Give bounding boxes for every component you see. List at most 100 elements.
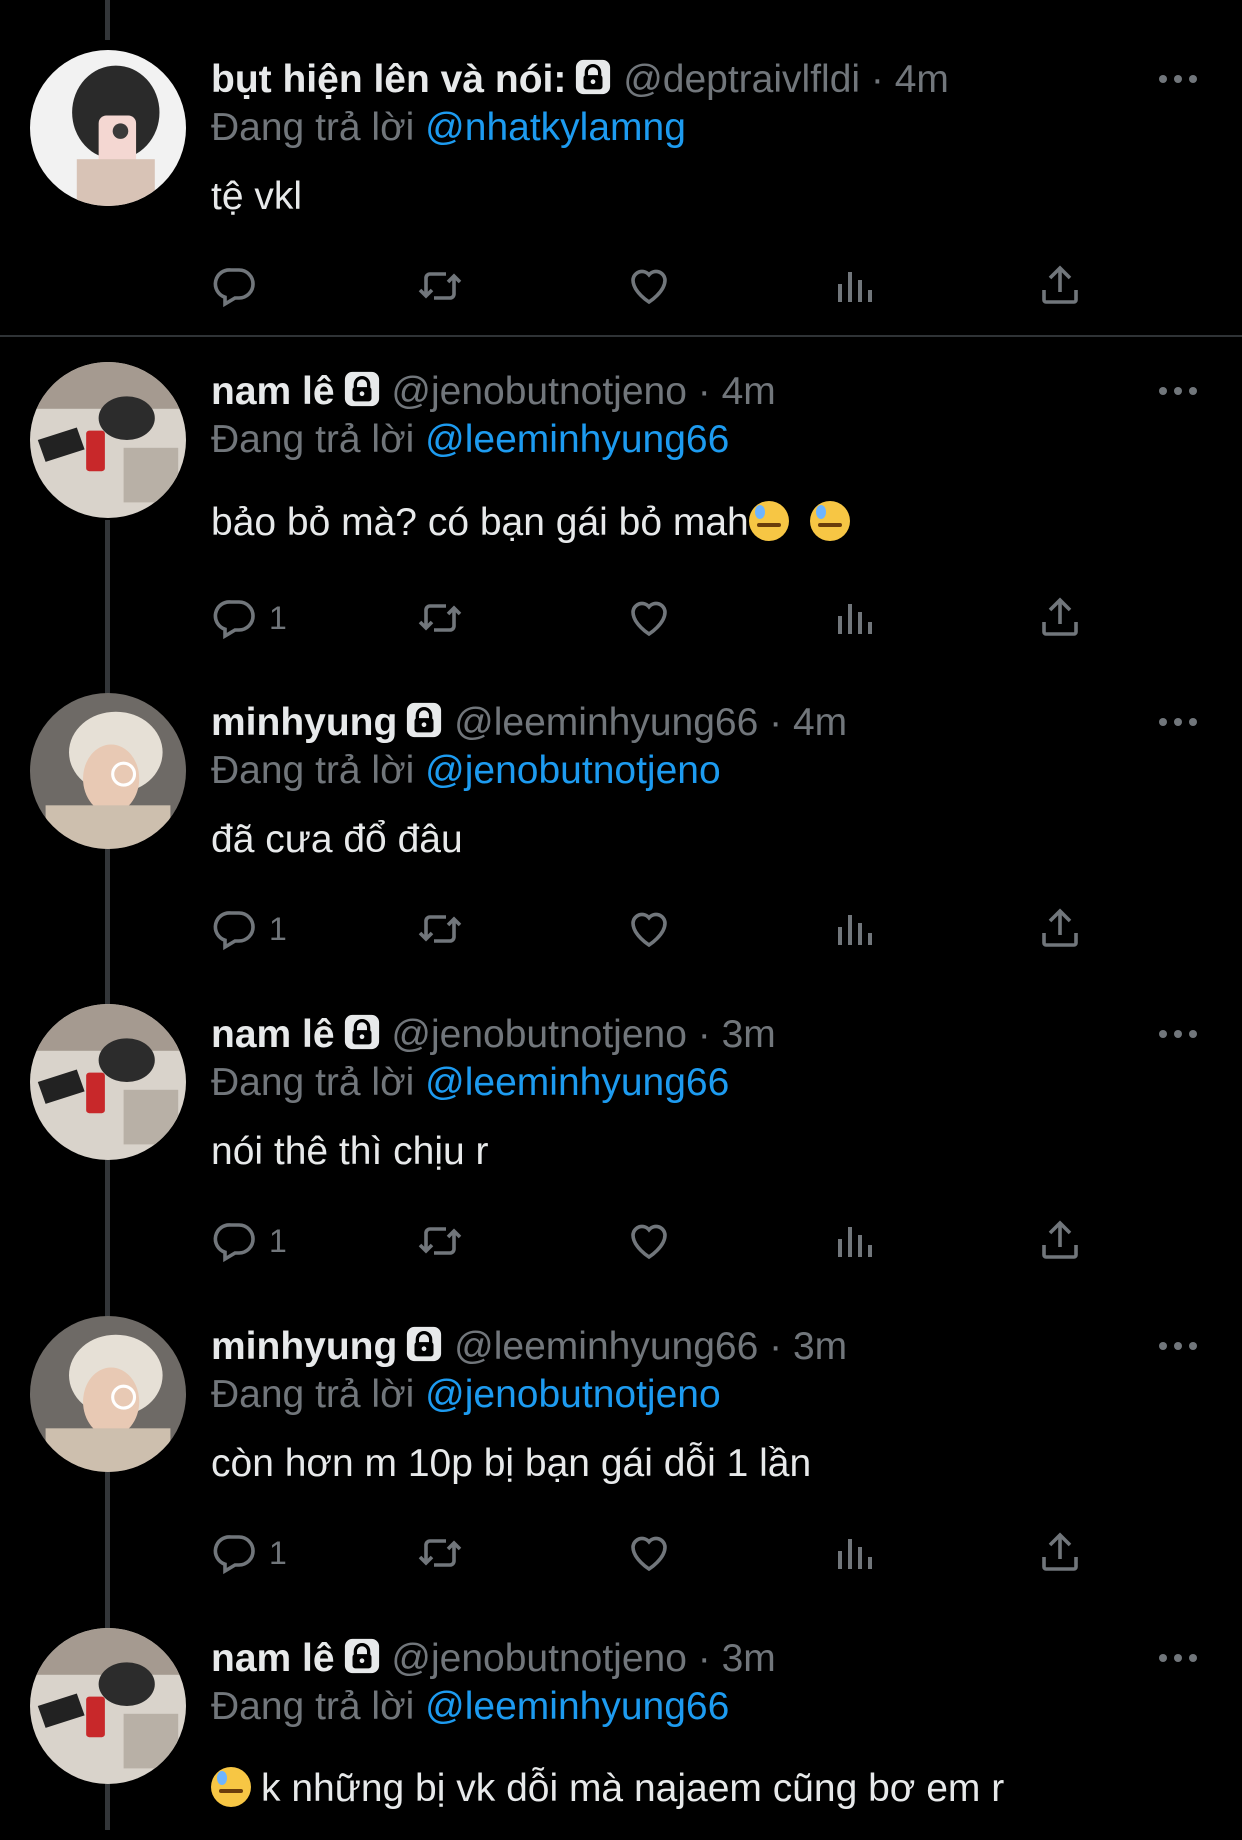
timestamp[interactable]: 3m (793, 1325, 847, 1368)
views-icon (830, 905, 878, 953)
lock-icon (343, 1637, 381, 1687)
reply-button[interactable]: 1 (211, 1216, 287, 1266)
retweet-button[interactable] (416, 1528, 464, 1578)
avatar[interactable] (30, 1316, 186, 1472)
share-icon (1036, 905, 1084, 953)
tweet-header: bụt hiện lên và nói: @deptraivlfldi · 4m (211, 56, 949, 108)
user-handle[interactable]: @leeminhyung66 (454, 1325, 758, 1368)
avatar[interactable] (30, 362, 186, 518)
more-icon[interactable] (1158, 71, 1198, 91)
user-handle[interactable]: @jenobutnotjeno (391, 370, 687, 413)
like-button[interactable] (625, 1216, 673, 1266)
mention-link[interactable]: @nhatkylamng (425, 106, 686, 149)
more-icon[interactable] (1158, 1338, 1198, 1358)
mention-link[interactable]: @leeminhyung66 (425, 1685, 729, 1728)
timestamp[interactable]: 4m (895, 58, 949, 101)
downcast-sweat-face-emoji (809, 501, 850, 541)
user-handle[interactable]: @leeminhyung66 (454, 701, 758, 744)
share-button[interactable] (1036, 904, 1084, 954)
mention-link[interactable]: @leeminhyung66 (425, 418, 729, 461)
views-button[interactable] (830, 1528, 878, 1578)
share-button[interactable] (1036, 1216, 1084, 1266)
share-button[interactable] (1036, 261, 1084, 311)
reply-icon (211, 905, 259, 953)
mention-link[interactable]: @jenobutnotjeno (425, 749, 721, 792)
retweet-button[interactable] (416, 261, 464, 311)
like-button[interactable] (625, 904, 673, 954)
views-button[interactable] (830, 593, 878, 643)
separator-dot: · (870, 58, 884, 101)
reply-count: 1 (269, 910, 287, 947)
like-icon (625, 262, 673, 310)
downcast-sweat-face-emoji (211, 1767, 251, 1807)
reply-icon (211, 262, 259, 310)
replying-to: Đang trả lời @jenobutnotjeno (211, 747, 721, 795)
views-button[interactable] (830, 261, 878, 311)
display-name[interactable]: minhyung (211, 701, 397, 744)
timestamp[interactable]: 3m (722, 1013, 776, 1056)
share-button[interactable] (1036, 1528, 1084, 1578)
timestamp[interactable]: 4m (793, 701, 847, 744)
retweet-button[interactable] (416, 593, 464, 643)
more-icon[interactable] (1158, 714, 1198, 734)
retweet-button[interactable] (416, 1216, 464, 1266)
separator-dot: · (697, 370, 711, 413)
reply-button[interactable]: 1 (211, 1528, 287, 1578)
like-button[interactable] (625, 593, 673, 643)
views-button[interactable] (830, 1216, 878, 1266)
tweet-text: k những bị vk dỗi mà najaem cũng bơ em r (261, 1767, 1005, 1810)
views-icon (830, 262, 878, 310)
views-button[interactable] (830, 904, 878, 954)
display-name[interactable]: nam lê (211, 370, 335, 413)
retweet-icon (416, 1529, 464, 1577)
action-bar: 1 (211, 1216, 1111, 1266)
like-button[interactable] (625, 261, 673, 311)
tweet-text-row: bảo bỏ mà? có bạn gái bỏ mah (211, 499, 850, 547)
tweet-header: nam lê @jenobutnotjeno · 4m (211, 368, 776, 420)
lock-icon (405, 701, 443, 751)
user-handle[interactable]: @jenobutnotjeno (391, 1637, 687, 1680)
avatar[interactable] (30, 693, 186, 849)
tweet-header: minhyung @leeminhyung66 · 4m (211, 699, 847, 751)
like-icon (625, 1529, 673, 1577)
separator-dot: · (697, 1013, 711, 1056)
tweet-text: còn hơn m 10p bị bạn gái dỗi 1 lần (211, 1442, 812, 1485)
tweet-text: nói thê thì chịu r (211, 1130, 489, 1173)
user-handle[interactable]: @deptraivlfldi (623, 58, 860, 101)
reply-icon (211, 1529, 259, 1577)
retweet-button[interactable] (416, 904, 464, 954)
avatar[interactable] (30, 50, 186, 206)
share-button[interactable] (1036, 593, 1084, 643)
display-name[interactable]: nam lê (211, 1013, 335, 1056)
avatar[interactable] (30, 1628, 186, 1784)
timestamp[interactable]: 4m (722, 370, 776, 413)
mention-link[interactable]: @jenobutnotjeno (425, 1373, 721, 1416)
user-handle[interactable]: @jenobutnotjeno (391, 1013, 687, 1056)
more-icon[interactable] (1158, 1650, 1198, 1670)
retweet-icon (416, 594, 464, 642)
replying-to: Đang trả lời @jenobutnotjeno (211, 1371, 721, 1419)
replying-prefix: Đang trả lời (211, 1373, 415, 1416)
replying-prefix: Đang trả lời (211, 1685, 415, 1728)
more-icon[interactable] (1158, 1026, 1198, 1046)
tweet-text: tệ vkl (211, 175, 303, 218)
action-bar: 1 (211, 593, 1111, 643)
views-icon (830, 594, 878, 642)
share-icon (1036, 1529, 1084, 1577)
views-icon (830, 1529, 878, 1577)
avatar[interactable] (30, 1004, 186, 1160)
reply-button[interactable] (211, 261, 269, 311)
reply-button[interactable]: 1 (211, 593, 287, 643)
display-name[interactable]: minhyung (211, 1325, 397, 1368)
display-name[interactable]: nam lê (211, 1637, 335, 1680)
retweet-icon (416, 905, 464, 953)
retweet-icon (416, 1217, 464, 1265)
timestamp[interactable]: 3m (722, 1637, 776, 1680)
more-icon[interactable] (1158, 383, 1198, 403)
reply-button[interactable]: 1 (211, 904, 287, 954)
like-button[interactable] (625, 1528, 673, 1578)
mention-link[interactable]: @leeminhyung66 (425, 1061, 729, 1104)
display-name[interactable]: bụt hiện lên và nói: (211, 58, 566, 101)
tweet-header: nam lê @jenobutnotjeno · 3m (211, 1635, 776, 1687)
lock-icon (574, 58, 612, 108)
